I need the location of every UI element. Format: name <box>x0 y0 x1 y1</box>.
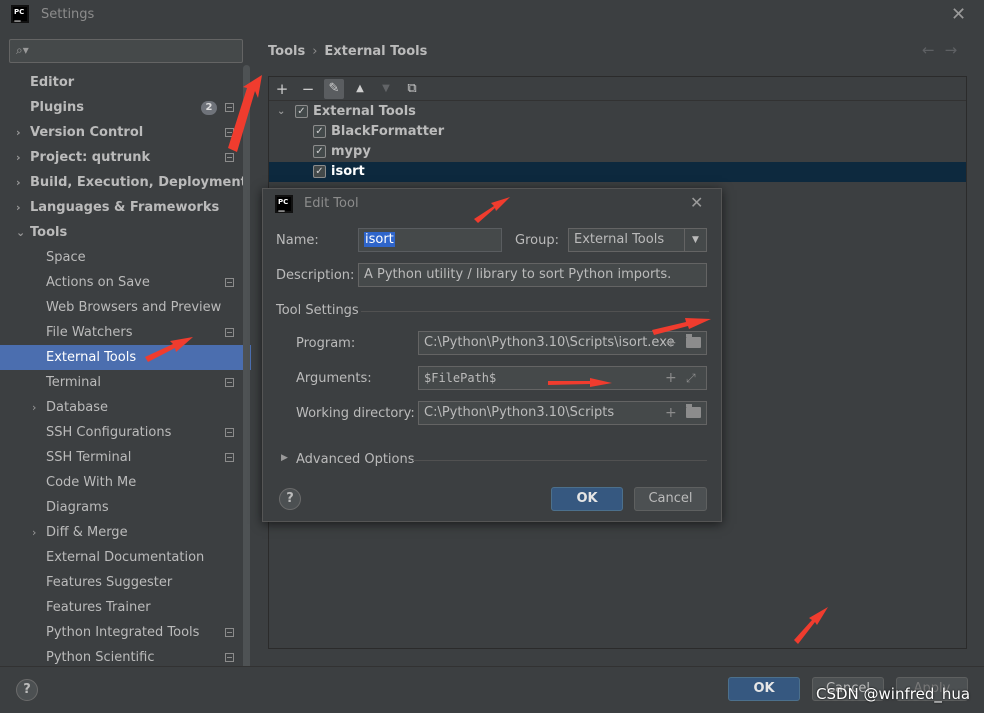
annotation-arrow <box>474 197 510 223</box>
annotation-arrow <box>652 318 711 335</box>
annotation-arrow <box>794 607 828 644</box>
annotation-arrow <box>228 75 262 152</box>
annotation-arrow <box>548 378 612 387</box>
annotation-arrow <box>145 337 193 362</box>
annotation-arrows <box>145 75 828 644</box>
